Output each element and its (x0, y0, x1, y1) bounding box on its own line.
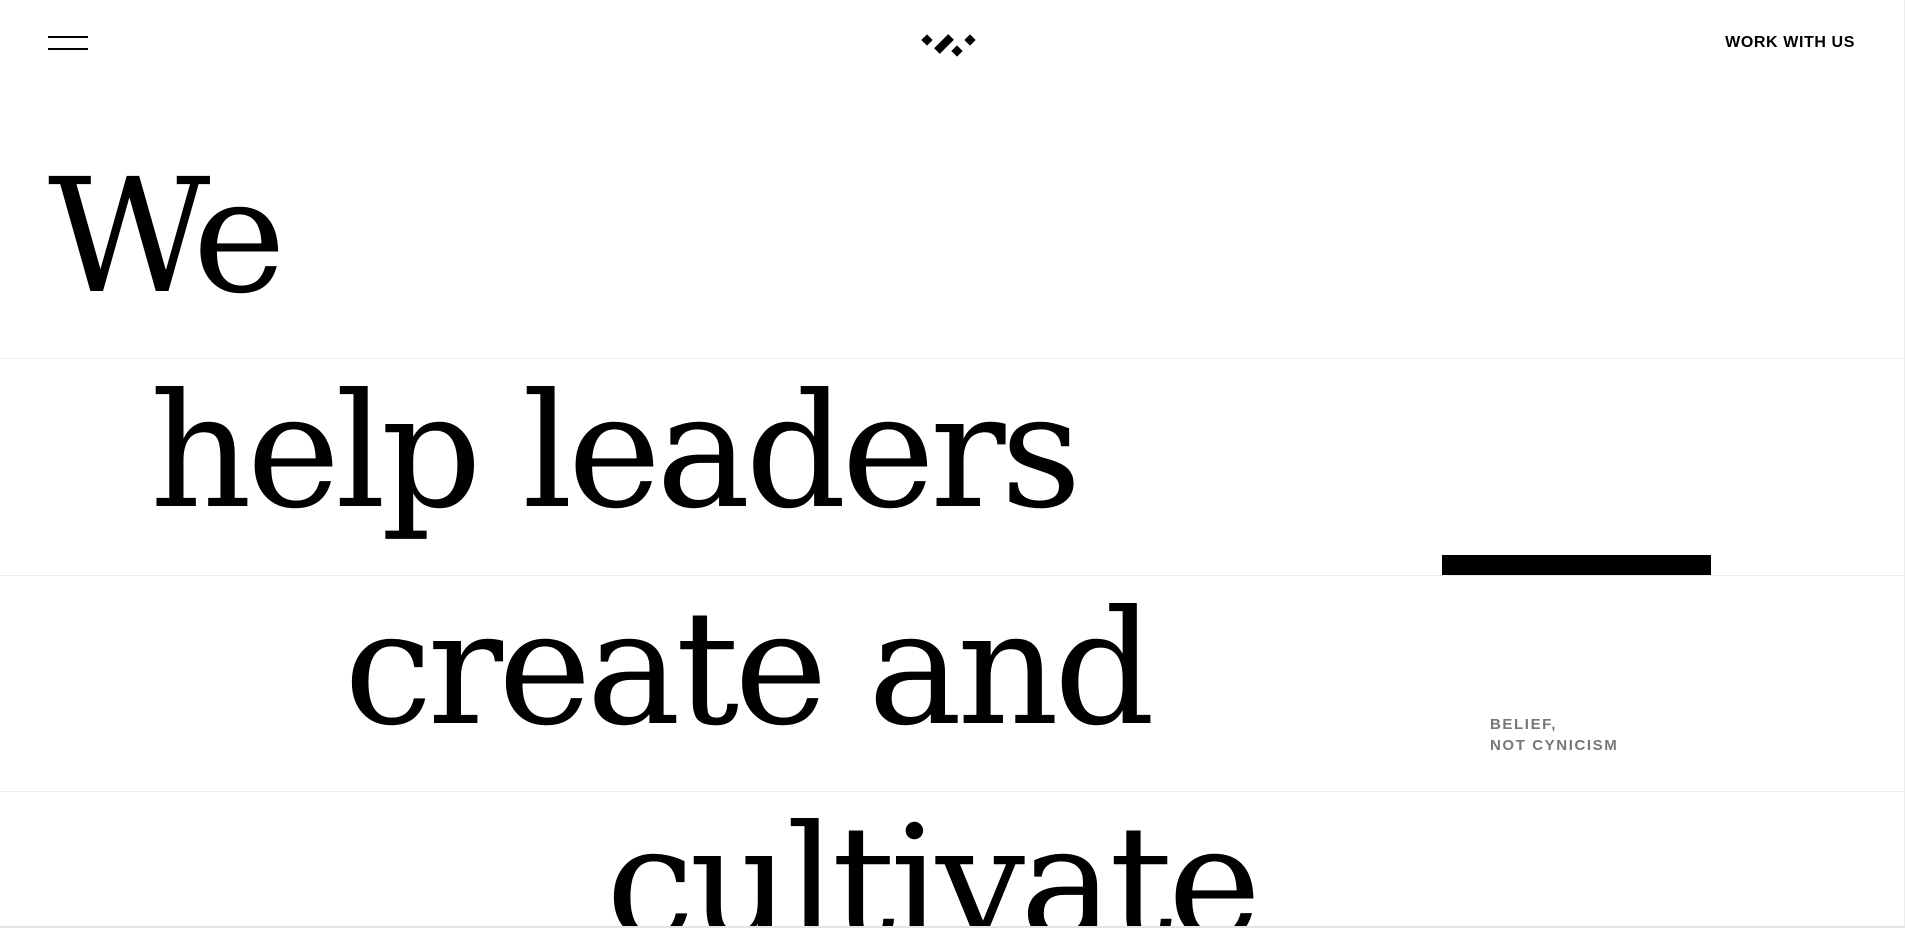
divider (0, 358, 1905, 359)
work-with-us-link[interactable]: WORK WITH US (1725, 34, 1855, 52)
hero-line-2: help leaders (150, 360, 1082, 544)
tagline: BELIEF, NOT CYNICISM (1490, 714, 1618, 756)
hamburger-menu-icon[interactable] (44, 30, 92, 62)
tagline-line-1: BELIEF, (1490, 716, 1558, 733)
black-accent-bar (1442, 555, 1711, 575)
hero-line-3: create and (344, 577, 1155, 761)
tagline-line-2: NOT CYNICISM (1490, 737, 1619, 754)
site-header: WORK WITH US (0, 0, 1905, 90)
menu-line-top (48, 36, 88, 38)
hero-line-1: We (48, 145, 286, 329)
hero-line-4: cultivate (606, 792, 1261, 928)
brand-logo-icon[interactable] (920, 30, 984, 60)
menu-line-bottom (48, 48, 88, 50)
divider (0, 575, 1905, 576)
